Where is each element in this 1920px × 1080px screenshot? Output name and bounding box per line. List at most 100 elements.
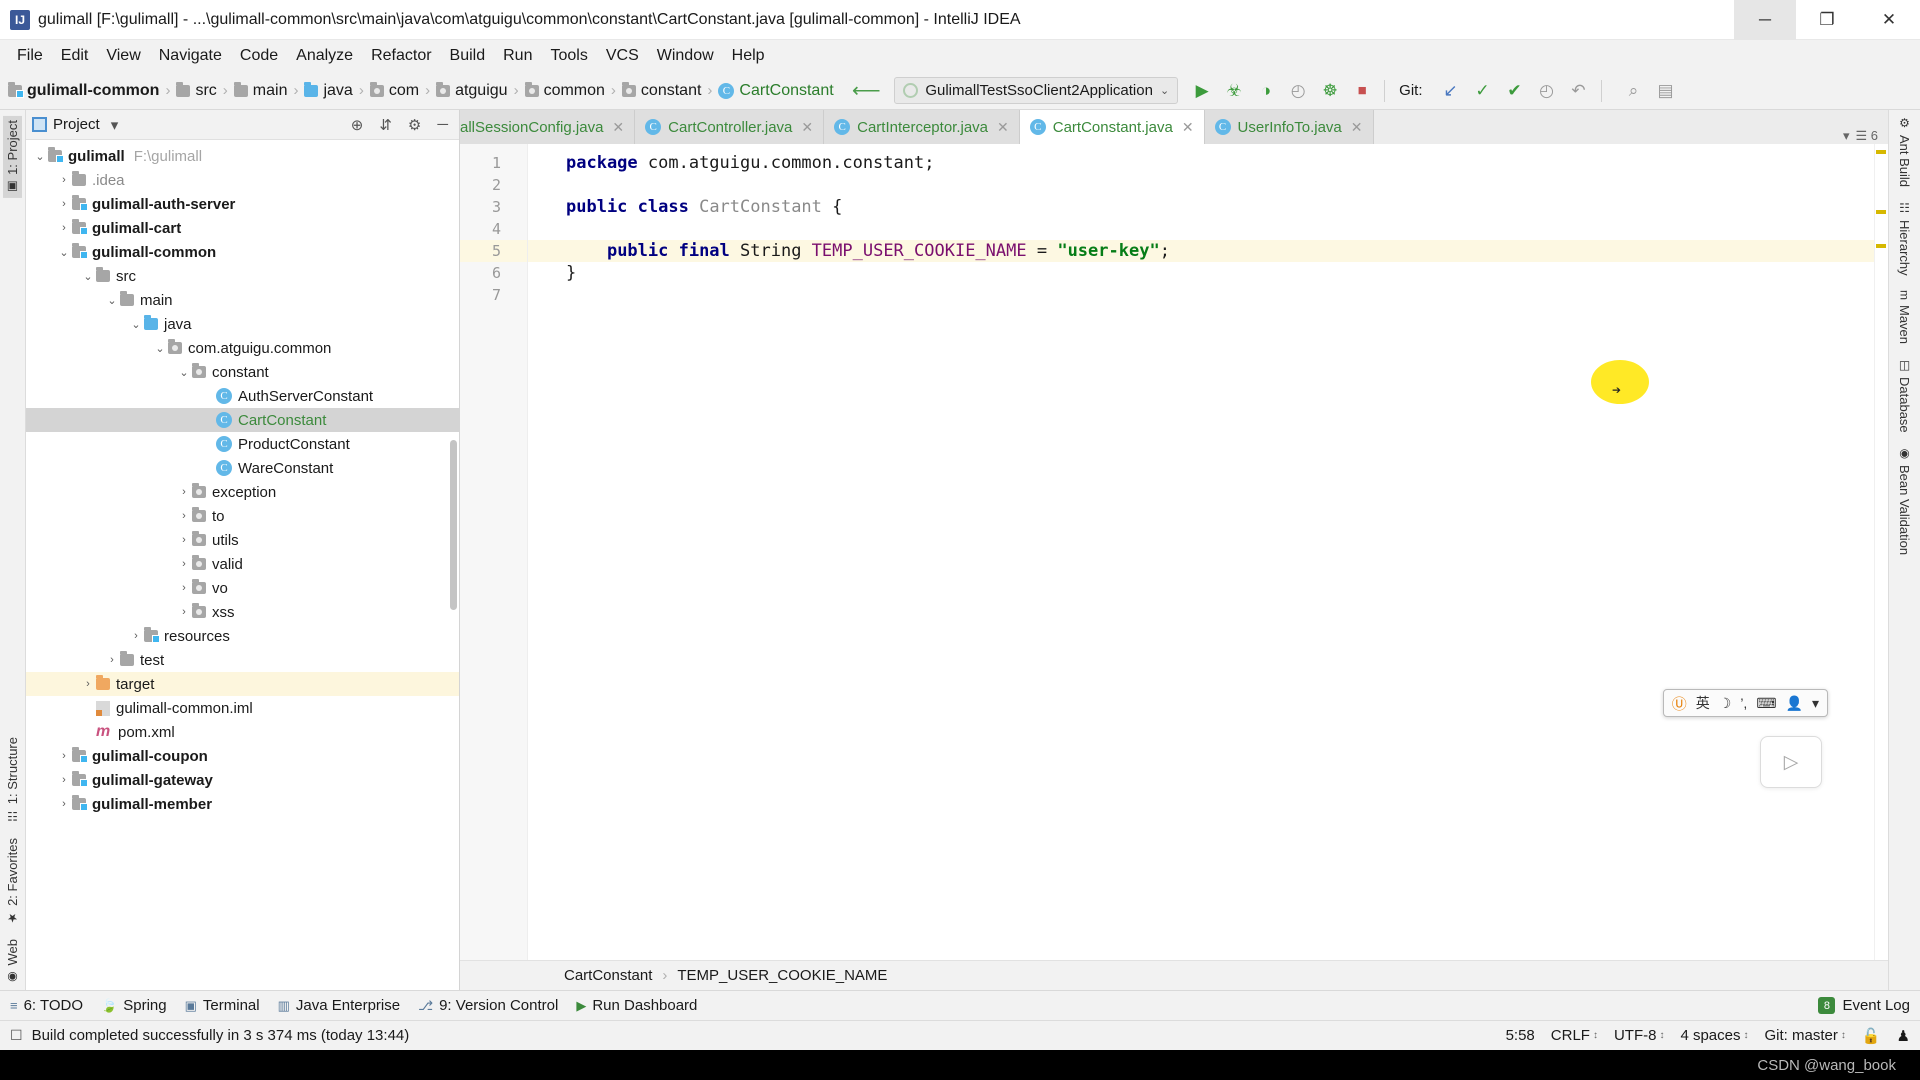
tree-node[interactable]: › target [26,672,459,696]
tree-node[interactable]: › gulimall-cart [26,216,459,240]
editor-tab[interactable]: C CartController.java ✕ [635,110,825,144]
breadcrumb-main[interactable]: main [230,81,292,101]
rail-item-hierarchy[interactable]: ☷ Hierarchy [1897,201,1912,276]
ime-toolbar[interactable]: Ⓤ 英 ☽ ’, ⌨ 👤 ▾ [1662,689,1828,717]
minimize-button[interactable]: ─ [1734,0,1796,40]
tree-node[interactable]: › gulimall-auth-server [26,192,459,216]
rail-item-bean-validation[interactable]: ◉ Bean Validation [1897,446,1912,555]
breadcrumb-constant[interactable]: constant [618,81,705,101]
tree-node[interactable]: C AuthServerConstant [26,384,459,408]
rail-item-project[interactable]: ▣ 1: Project [3,116,22,198]
tree-node[interactable]: › xss [26,600,459,624]
breadcrumb-gulimall-common[interactable]: gulimall-common [4,81,163,101]
tree-expander-icon[interactable]: › [176,534,192,546]
tree-node[interactable]: ⌄ src [26,264,459,288]
menu-edit[interactable]: Edit [52,44,98,68]
commit-button[interactable]: ✓ [1469,77,1497,105]
caret-position[interactable]: 5:58 [1506,1027,1535,1044]
close-icon[interactable]: ✕ [1351,119,1363,136]
menu-build[interactable]: Build [441,44,495,68]
ime-chevron-down-icon[interactable]: ▾ [1812,695,1819,712]
tree-expander-icon[interactable]: ⌄ [56,246,72,259]
breadcrumb-com[interactable]: com [366,81,423,101]
restore-button[interactable]: ❐ [1796,0,1858,40]
tree-expander-icon[interactable]: › [104,654,120,666]
tree-expander-icon[interactable]: › [176,558,192,570]
layout-icon[interactable]: ▤ [1652,77,1680,105]
menu-view[interactable]: View [97,44,149,68]
tree-node[interactable]: › gulimall-member [26,792,459,816]
close-icon[interactable]: ✕ [1182,119,1194,136]
debug-button[interactable]: ☣ [1220,77,1248,105]
toolwindow-version-control[interactable]: ⎇ 9: Version Control [418,997,558,1014]
tree-node[interactable]: › vo [26,576,459,600]
tree-node[interactable]: › gulimall-gateway [26,768,459,792]
history-button[interactable]: ◴ [1533,77,1561,105]
tree-node[interactable]: gulimall-common.iml [26,696,459,720]
tree-expander-icon[interactable]: › [56,174,72,186]
toolwindow-java-enterprise[interactable]: ▥ Java Enterprise [278,997,401,1014]
tree-expander-icon[interactable]: ⌄ [152,342,168,355]
run-configuration-selector[interactable]: GulimallTestSsoClient2Application ⌄ [894,77,1179,104]
toolwindow-todo[interactable]: ≡ 6: TODO [10,997,83,1014]
indent-selector[interactable]: 4 spaces ↕ [1680,1027,1748,1044]
tree-node[interactable]: ⌄ gulimall-common [26,240,459,264]
breadcrumb-common[interactable]: common [521,81,609,101]
tree-node[interactable]: ⌄ com.atguigu.common [26,336,459,360]
rail-item-ant-build[interactable]: ⚙ Ant Build [1897,116,1912,187]
breadcrumb-java[interactable]: java [300,81,356,101]
tree-expander-icon[interactable]: › [56,222,72,234]
update-project-button[interactable]: ↙ [1437,77,1465,105]
menu-tools[interactable]: Tools [541,44,596,68]
breadcrumb-cartconstant[interactable]: C CartConstant [714,81,837,101]
warning-marker[interactable] [1876,210,1886,214]
chevron-down-icon[interactable]: ▾ [106,116,124,134]
line-separator-selector[interactable]: CRLF ↕ [1551,1027,1598,1044]
menu-window[interactable]: Window [648,44,723,68]
toolwindow-terminal[interactable]: ▣ Terminal [185,997,260,1014]
menu-run[interactable]: Run [494,44,541,68]
tree-node[interactable]: › test [26,648,459,672]
tree-expander-icon[interactable]: ⌄ [32,150,48,163]
ime-mode-label[interactable]: 英 [1696,693,1710,713]
menu-vcs[interactable]: VCS [597,44,648,68]
toolwindow-spring[interactable]: 🍃 Spring [101,997,167,1014]
breadcrumb-class[interactable]: CartConstant [564,967,652,984]
tree-node[interactable]: ⌄ main [26,288,459,312]
close-button[interactable]: ✕ [1858,0,1920,40]
tree-expander-icon[interactable]: ⌄ [176,366,192,379]
lock-icon[interactable]: 🔓 [1862,1027,1881,1045]
rail-item-favorites[interactable]: ★ 2: Favorites [5,838,20,925]
collapse-all-icon[interactable]: ⇵ [374,116,397,134]
tree-node[interactable]: C WareConstant [26,456,459,480]
stop-button[interactable]: ■ [1348,77,1376,105]
ime-user-icon[interactable]: 👤 [1786,695,1803,712]
toolwindow-run-dashboard[interactable]: ▶ Run Dashboard [576,997,697,1014]
tree-node[interactable]: › valid [26,552,459,576]
ime-moon-icon[interactable]: ☽ [1719,695,1732,712]
ime-keyboard-icon[interactable]: ⌨ [1756,695,1776,712]
editor-tab[interactable]: allSessionConfig.java ✕ [460,110,636,144]
menu-file[interactable]: File [8,44,52,68]
settings-icon[interactable]: ⚙ [403,116,426,134]
tree-node[interactable]: › resources [26,624,459,648]
search-everywhere-icon[interactable]: ⌕ [1620,77,1648,105]
menu-refactor[interactable]: Refactor [362,44,440,68]
tree-node[interactable]: ⌄ gulimall F:\gulimall [26,144,459,168]
tree-node[interactable]: m pom.xml [26,720,459,744]
tree-scrollbar[interactable] [450,440,457,610]
tree-node[interactable]: › gulimall-coupon [26,744,459,768]
memory-indicator-icon[interactable]: ♟ [1897,1027,1910,1045]
hide-icon[interactable]: ─ [432,116,453,133]
tree-expander-icon[interactable]: › [176,606,192,618]
tree-node[interactable]: ⌄ java [26,312,459,336]
tree-expander-icon[interactable]: › [128,630,144,642]
warning-marker[interactable] [1876,244,1886,248]
tree-expander-icon[interactable]: ⌄ [80,270,96,283]
tree-expander-icon[interactable]: › [56,798,72,810]
screen-recorder-bubble[interactable]: ▷ [1760,736,1822,788]
git-branch-selector[interactable]: Git: master ↕ [1765,1027,1846,1044]
breadcrumb-atguigu[interactable]: atguigu [432,81,512,101]
editor-tab[interactable]: C UserInfoTo.java ✕ [1204,110,1374,144]
editor-tab[interactable]: C CartConstant.java ✕ [1019,110,1205,144]
